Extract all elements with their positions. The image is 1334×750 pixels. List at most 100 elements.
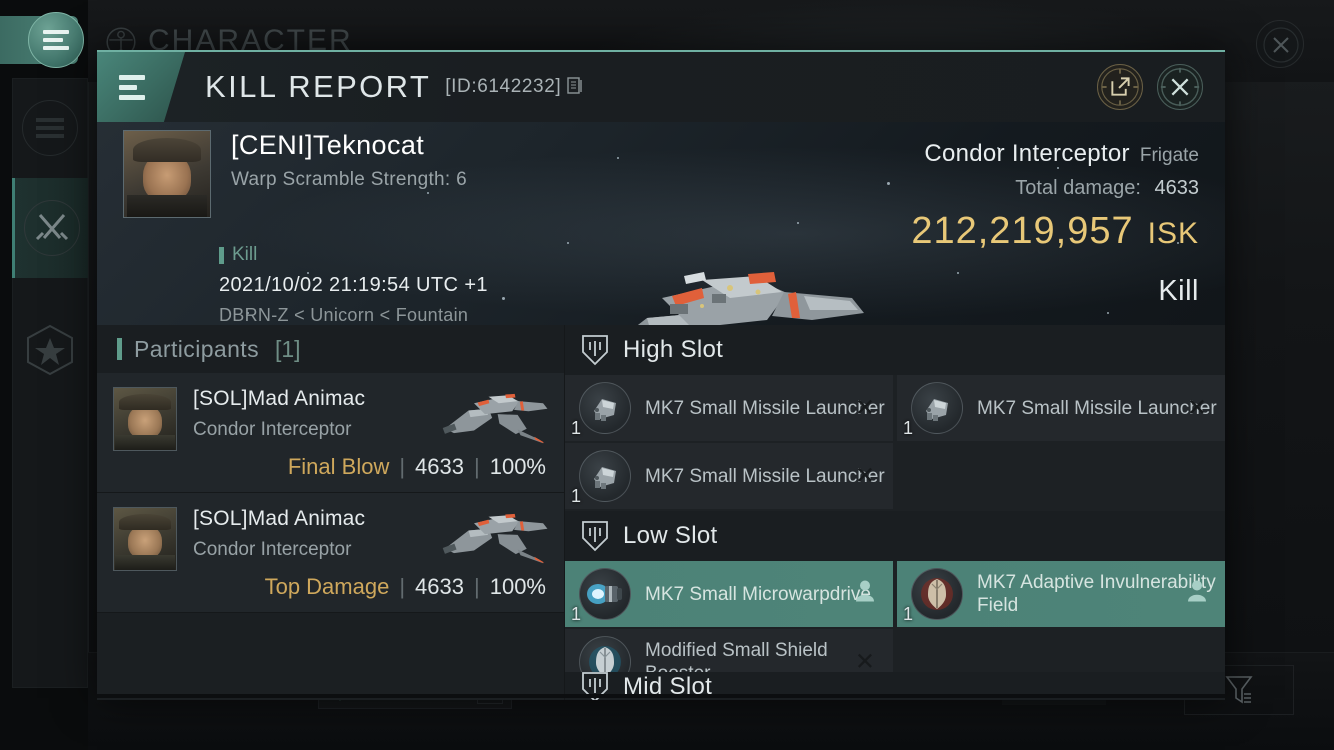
kill-report-dialog: KILL REPORT [ID:6142232] [CENI]Teknocat … [97, 50, 1225, 700]
kill-report-body: Participants [1] [SOL]Mad Animac Condor … [97, 325, 1225, 700]
sidebar-item-combat[interactable] [12, 178, 88, 278]
total-damage-label: Total damage: [1015, 177, 1141, 199]
victim-ship-name: Condor Interceptor [924, 140, 1130, 167]
isk-currency: ISK [1147, 217, 1199, 250]
item-label: MK7 Small Microwarpdrive [645, 583, 871, 605]
victim-name: [CENI]Teknocat [231, 130, 425, 160]
item-quantity: 1 [571, 418, 582, 438]
participants-panel: Participants [1] [SOL]Mad Animac Condor … [97, 325, 565, 700]
item-quantity: 1 [571, 604, 582, 624]
condor-interceptor-render [442, 513, 548, 564]
item-label: MK7 Small Missile Launcher [977, 397, 1217, 419]
section-title: High Slot [623, 336, 724, 363]
participant-damage: 4633 [415, 574, 464, 599]
item-label: MK7 Small Missile Launcher [645, 397, 885, 419]
microwarpdrive-icon [579, 568, 631, 620]
participants-count: [1] [274, 335, 301, 362]
kill-report-titlebar: KILL REPORT [ID:6142232] [97, 52, 1225, 122]
copy-id-button[interactable] [567, 75, 585, 100]
victim-block: [CENI]Teknocat Warp Scramble Strength: 6 [123, 130, 467, 218]
destroyed-x-icon: ✕ [854, 394, 875, 422]
victim-attribute: Warp Scramble Strength: 6 [231, 169, 467, 190]
high-slot-items: 1 MK7 Small Missile Launcher ✕ 1 MK7 Sma… [565, 375, 1225, 509]
fitting-item[interactable]: 1 MK7 Small Missile Launcher ✕ [565, 443, 893, 509]
participant-tag: Top Damage [264, 574, 390, 599]
person-icon [855, 579, 875, 610]
close-button[interactable] [1157, 64, 1203, 110]
participant-percent: 100% [489, 574, 546, 599]
status-badge: Kill [219, 244, 488, 266]
fitting-item[interactable]: 1 MK7 Adaptive Invulnerability Field [897, 561, 1225, 627]
close-icon [1160, 67, 1200, 107]
victim-ship-class: Frigate [1139, 145, 1199, 166]
kill-report-id: [ID:6142232] [445, 76, 562, 97]
kill-result-word: Kill [1158, 275, 1199, 307]
destroyed-x-icon: ✕ [854, 462, 875, 490]
participants-title: Participants [134, 335, 259, 362]
section-header-low-slot: Low Slot [565, 511, 1225, 561]
table-row[interactable]: [SOL]Mad Animac Condor Interceptor [97, 373, 564, 493]
person-icon [1187, 579, 1207, 610]
missile-launcher-icon [911, 382, 963, 434]
total-damage-value: 4633 [1154, 177, 1200, 199]
titlebar-actions [1097, 64, 1203, 110]
participant-ship: Condor Interceptor [193, 419, 352, 440]
destroyed-x-icon: ✕ [1186, 394, 1207, 422]
kill-report-hero: [CENI]Teknocat Warp Scramble Strength: 6… [97, 122, 1225, 325]
missile-launcher-icon [579, 450, 631, 502]
screen-root: CHARACTER KILL REPORT [ID:6142232] [CENI… [0, 0, 1334, 750]
copy-icon [567, 76, 582, 94]
fitting-item[interactable]: 1 MK7 Small Missile Launcher ✕ [897, 375, 1225, 441]
participant-percent: 100% [489, 454, 546, 479]
condor-interceptor-render [637, 272, 864, 325]
participant-damage: 4633 [415, 454, 464, 479]
participant-stats: Top Damage | 4633 | 100% [264, 574, 546, 599]
participants-header: Participants [1] [97, 325, 564, 373]
external-link-icon [1101, 68, 1139, 106]
star-hexagon-icon [27, 324, 73, 376]
list-menu-icon [36, 118, 64, 138]
modal-bottom-edge [97, 694, 1225, 698]
hamburger-menu-icon [119, 70, 145, 105]
participant-tag: Final Blow [287, 454, 390, 479]
participant-name: [SOL]Mad Animac [193, 387, 366, 410]
missile-launcher-icon [579, 382, 631, 434]
character-window-close-button[interactable] [1256, 20, 1304, 68]
close-icon [1263, 27, 1299, 63]
fitting-item[interactable]: 1 MK7 Small Microwarpdrive [565, 561, 893, 627]
isk-value: 212,219,957 [911, 210, 1134, 252]
kill-timestamp: 2021/10/02 21:19:54 UTC +1 [219, 274, 488, 296]
participant-stats: Final Blow | 4633 | 100% [287, 454, 546, 479]
sidebar-item-favorites[interactable] [12, 300, 88, 400]
fitting-item[interactable]: 1 MK7 Small Missile Launcher ✕ [565, 375, 893, 441]
crossed-swords-icon [35, 214, 68, 241]
kill-report-menu-button[interactable] [97, 52, 185, 122]
sidebar-item-list[interactable] [12, 78, 88, 178]
table-row[interactable]: [SOL]Mad Animac Condor Interceptor [97, 493, 564, 613]
slot-shield-icon [582, 521, 608, 552]
fitting-panel: High Slot 1 MK7 Small Missile Launcher ✕… [565, 325, 1225, 700]
kill-summary: Condor Interceptor Frigate Total damage:… [911, 140, 1199, 308]
kill-location: DBRN-Z < Unicorn < Fountain [219, 305, 469, 325]
open-external-button[interactable] [1097, 64, 1143, 110]
hamburger-menu-icon [43, 26, 69, 54]
main-menu-knob [28, 12, 84, 68]
page-title: KILL REPORT [205, 69, 432, 104]
item-quantity: 1 [903, 418, 914, 438]
item-quantity: 1 [571, 486, 582, 506]
item-quantity: 1 [903, 604, 914, 624]
fitting-item-empty [897, 443, 1225, 509]
section-header-high-slot: High Slot [565, 325, 1225, 375]
filter-funnel-icon [1225, 676, 1253, 704]
participant-name: [SOL]Mad Animac [193, 507, 366, 530]
item-label: MK7 Small Missile Launcher [645, 465, 885, 487]
avatar [113, 387, 177, 451]
invulnerability-field-icon [911, 568, 963, 620]
avatar [113, 507, 177, 571]
victim-avatar[interactable] [123, 130, 211, 218]
participants-empty-area [97, 613, 564, 700]
slot-shield-icon [582, 335, 608, 366]
participant-ship: Condor Interceptor [193, 539, 352, 560]
kill-meta: Kill 2021/10/02 21:19:54 UTC +1 DBRN-Z <… [219, 244, 488, 325]
section-title: Low Slot [623, 522, 718, 549]
